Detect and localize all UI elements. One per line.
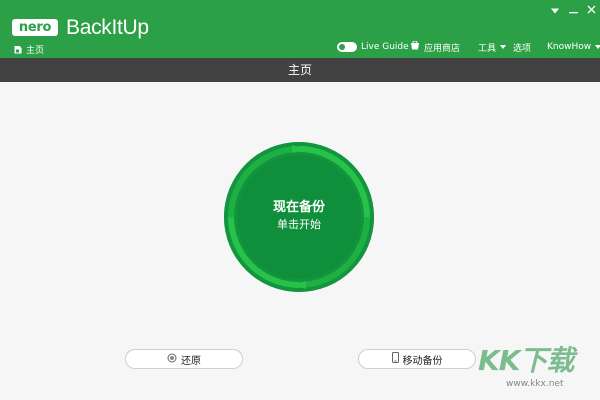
knowhow-label: KnowHow [547,42,592,52]
chevron-down-icon [500,45,507,49]
window-menu-icon [551,0,559,18]
watermark-brand: KK下载 [478,344,574,377]
breadcrumb[interactable]: 主页 [14,43,45,56]
backup-title: 现在备份 [272,200,325,215]
phone-icon [391,352,399,366]
nero-logo: nero [12,19,58,36]
backup-text-group: 现在备份 单击开始 [224,200,374,232]
app-window: nero BackItUp 主页 Live Guide 应用商店 工具 选项 K… [0,0,600,400]
home-icon [14,45,22,54]
breadcrumb-home-label: 主页 [26,45,45,56]
app-title: BackItUp [66,16,149,39]
toggle-knob [339,44,345,50]
window-menu-button[interactable] [546,0,564,16]
knowhow-menu[interactable]: KnowHow [547,40,600,54]
live-guide-switch[interactable] [337,42,357,52]
app-store-label: 应用商店 [424,43,461,54]
restore-icon [167,353,177,366]
restore-label: 还原 [181,355,201,367]
minimize-icon [568,0,578,18]
chevron-down-icon [595,45,600,49]
tools-menu[interactable]: 工具 [478,40,507,54]
close-icon [587,0,596,18]
section-header: 主页 [0,58,600,82]
minimize-button[interactable] [564,0,582,16]
live-guide-label: Live Guide [361,42,409,52]
backup-subtitle: 单击开始 [277,218,321,231]
backup-now-button[interactable]: 现在备份 单击开始 [224,142,374,292]
mobile-backup-label: 移动备份 [402,355,443,367]
app-store-menu[interactable]: 应用商店 [410,40,460,54]
watermark-url: www.kkx.net [506,379,564,389]
restore-button[interactable]: 还原 [125,349,243,369]
watermark: KK下载 www.kkx.net [478,345,596,397]
title-bar: nero BackItUp 主页 Live Guide 应用商店 工具 选项 K… [0,0,600,58]
section-title: 主页 [287,63,312,77]
tools-label: 工具 [478,43,497,54]
close-button[interactable] [582,0,600,16]
live-guide-toggle[interactable]: Live Guide [337,40,409,54]
options-menu[interactable]: 选项 [513,40,531,54]
options-label: 选项 [513,43,532,54]
mobile-backup-button[interactable]: 移动备份 [358,349,476,369]
store-icon [410,40,420,53]
